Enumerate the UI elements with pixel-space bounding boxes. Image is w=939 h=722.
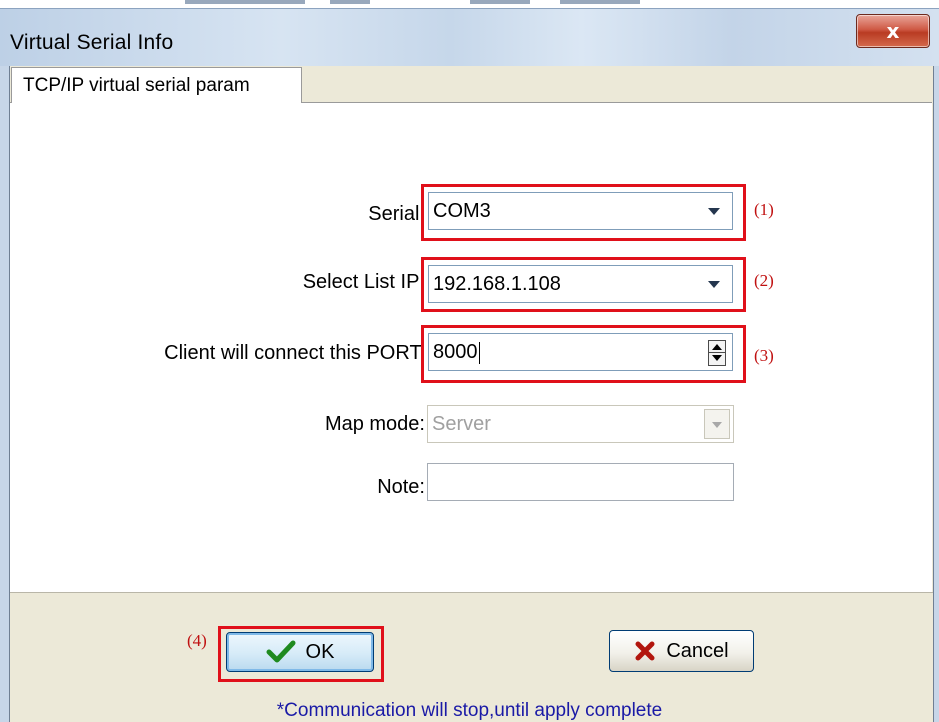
annotation-4: (4) (187, 631, 207, 650)
map-mode-label: Map mode: (324, 413, 425, 435)
annotation-1: (1) (754, 200, 774, 219)
title-bar[interactable]: Virtual Serial Info x (0, 8, 939, 67)
window-frame-right (933, 66, 939, 722)
note-field[interactable] (427, 463, 734, 501)
ok-button[interactable]: OK (226, 632, 374, 672)
annotation-2: (2) (754, 271, 774, 290)
dialog-window: Virtual Serial Info x TCP/IP virtual ser… (0, 0, 939, 722)
chevron-down-icon (704, 409, 730, 439)
select-list-ip-label: Select List IP: (302, 271, 425, 293)
checkmark-icon (266, 640, 296, 663)
note-label: Note: (377, 476, 425, 498)
map-mode-value: Server (432, 413, 491, 435)
tab-label: TCP/IP virtual serial param (23, 75, 250, 96)
footer-hint: *Communication will stop,until apply com… (276, 700, 663, 721)
highlight-box-3 (421, 325, 746, 383)
cancel-button[interactable]: Cancel (609, 630, 754, 672)
map-mode-select: Server (427, 405, 734, 443)
tab-tcpip-virtual-serial-param[interactable]: TCP/IP virtual serial param (11, 67, 302, 103)
close-button[interactable]: x (856, 14, 930, 48)
highlight-box-1 (421, 184, 746, 241)
close-icon: x (886, 19, 900, 43)
window-frame-left (0, 66, 10, 722)
highlight-box-2 (421, 257, 746, 312)
window-title: Virtual Serial Info (10, 31, 174, 54)
serial-label: Serial: (368, 203, 425, 225)
x-mark-icon (635, 641, 655, 661)
annotation-3: (3) (754, 346, 774, 365)
cancel-label: Cancel (666, 639, 729, 662)
client-port-label: Client will connect this PORT: (164, 342, 425, 364)
background-strip (0, 0, 939, 8)
ok-label: OK (305, 640, 335, 663)
